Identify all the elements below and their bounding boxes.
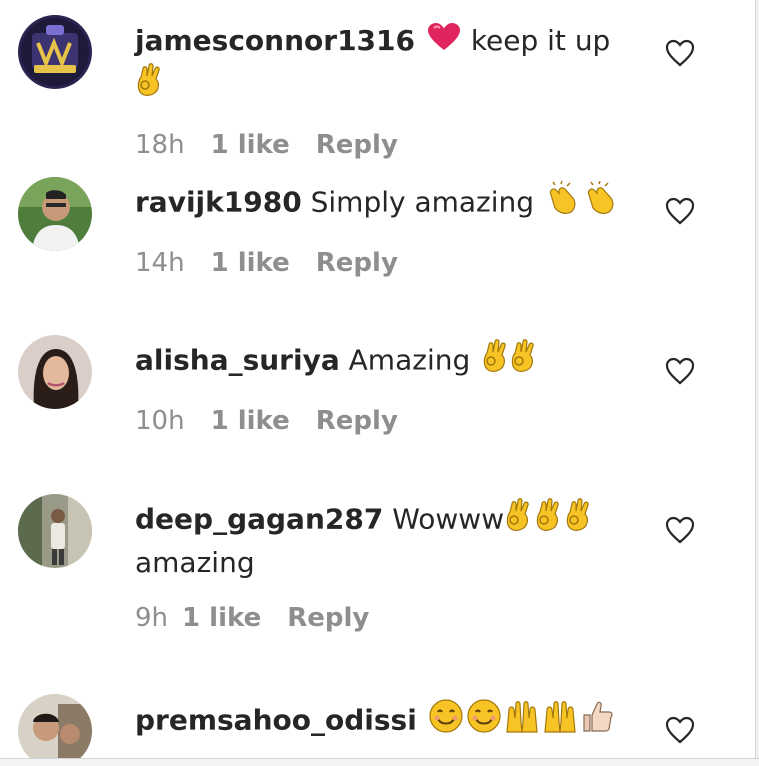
ok-hand-emoji bbox=[504, 498, 532, 543]
thumbs-up-emoji bbox=[580, 699, 614, 744]
avatar[interactable] bbox=[18, 177, 92, 251]
ok-hand-emoji bbox=[534, 498, 562, 543]
heart-outline-icon[interactable] bbox=[665, 357, 695, 385]
comment-likes[interactable]: 1 like bbox=[211, 406, 290, 436]
reply-button[interactable]: Reply bbox=[287, 603, 369, 633]
clapping-hands-emoji bbox=[583, 180, 619, 226]
comment-meta: 10h 1 like Reply bbox=[135, 406, 635, 436]
comment-time: 18h bbox=[135, 129, 185, 160]
comment-time: 9h bbox=[135, 603, 169, 633]
comment-likes[interactable]: 1 like bbox=[211, 248, 290, 278]
avatar[interactable] bbox=[18, 15, 92, 89]
comment-text: jamesconnor1316 keep it up bbox=[135, 21, 635, 108]
comment-time: 14h bbox=[135, 248, 185, 278]
reply-button[interactable]: Reply bbox=[316, 248, 398, 278]
avatar[interactable] bbox=[18, 694, 92, 765]
comment-username[interactable]: alisha_suriya bbox=[135, 344, 340, 377]
heart-outline-icon[interactable] bbox=[665, 39, 695, 67]
smiling-face-emoji bbox=[466, 698, 502, 745]
ok-hand-emoji bbox=[135, 62, 163, 108]
comment-body: Amazing bbox=[348, 343, 471, 377]
comment-meta: 18h 1 like Reply bbox=[135, 130, 635, 160]
comment-text: premsahoo_odissi bbox=[135, 698, 635, 745]
comment-username[interactable]: premsahoo_odissi bbox=[135, 704, 417, 737]
heart-outline-icon[interactable] bbox=[665, 516, 695, 544]
comment-text: alisha_suriya Amazing bbox=[135, 339, 635, 384]
comment-likes[interactable]: 1 like bbox=[211, 130, 290, 160]
raised-hands-emoji bbox=[542, 698, 578, 745]
comment-body: keep it up bbox=[470, 24, 611, 57]
heart-outline-icon[interactable] bbox=[665, 197, 695, 225]
comment-meta: 9h 1 like Reply bbox=[135, 603, 635, 633]
comment-body-second-line: amazing bbox=[135, 546, 255, 579]
comment-text: ravijk1980 Simply amazing bbox=[135, 180, 635, 226]
comments-panel: jamesconnor1316 keep it up 18h 1 like Re… bbox=[0, 0, 755, 765]
comment-body: Wowww bbox=[392, 502, 505, 536]
comment-time: 10h bbox=[135, 406, 185, 436]
comment-text: deep_gagan287 Wowww amazing bbox=[135, 498, 635, 583]
reply-button[interactable]: Reply bbox=[316, 130, 398, 160]
comment-body: Simply amazing bbox=[310, 185, 535, 219]
comment-meta: 14h 1 like Reply bbox=[135, 248, 635, 278]
smiling-face-emoji bbox=[428, 698, 464, 745]
avatar[interactable] bbox=[18, 494, 92, 568]
raised-hands-emoji bbox=[504, 698, 540, 745]
red-heart-emoji bbox=[426, 22, 462, 63]
ok-hand-emoji bbox=[481, 339, 509, 384]
heart-outline-icon[interactable] bbox=[665, 716, 695, 744]
scrollbar-track[interactable] bbox=[755, 0, 759, 765]
clapping-hands-emoji bbox=[545, 180, 581, 226]
comment-likes[interactable]: 1 like bbox=[182, 603, 261, 633]
comment-username[interactable]: ravijk1980 bbox=[135, 186, 302, 219]
avatar[interactable] bbox=[18, 335, 92, 409]
reply-button[interactable]: Reply bbox=[316, 406, 398, 436]
comment-username[interactable]: deep_gagan287 bbox=[135, 503, 383, 536]
ok-hand-emoji bbox=[509, 339, 537, 384]
comment-username[interactable]: jamesconnor1316 bbox=[135, 24, 415, 57]
ok-hand-emoji bbox=[564, 498, 592, 543]
